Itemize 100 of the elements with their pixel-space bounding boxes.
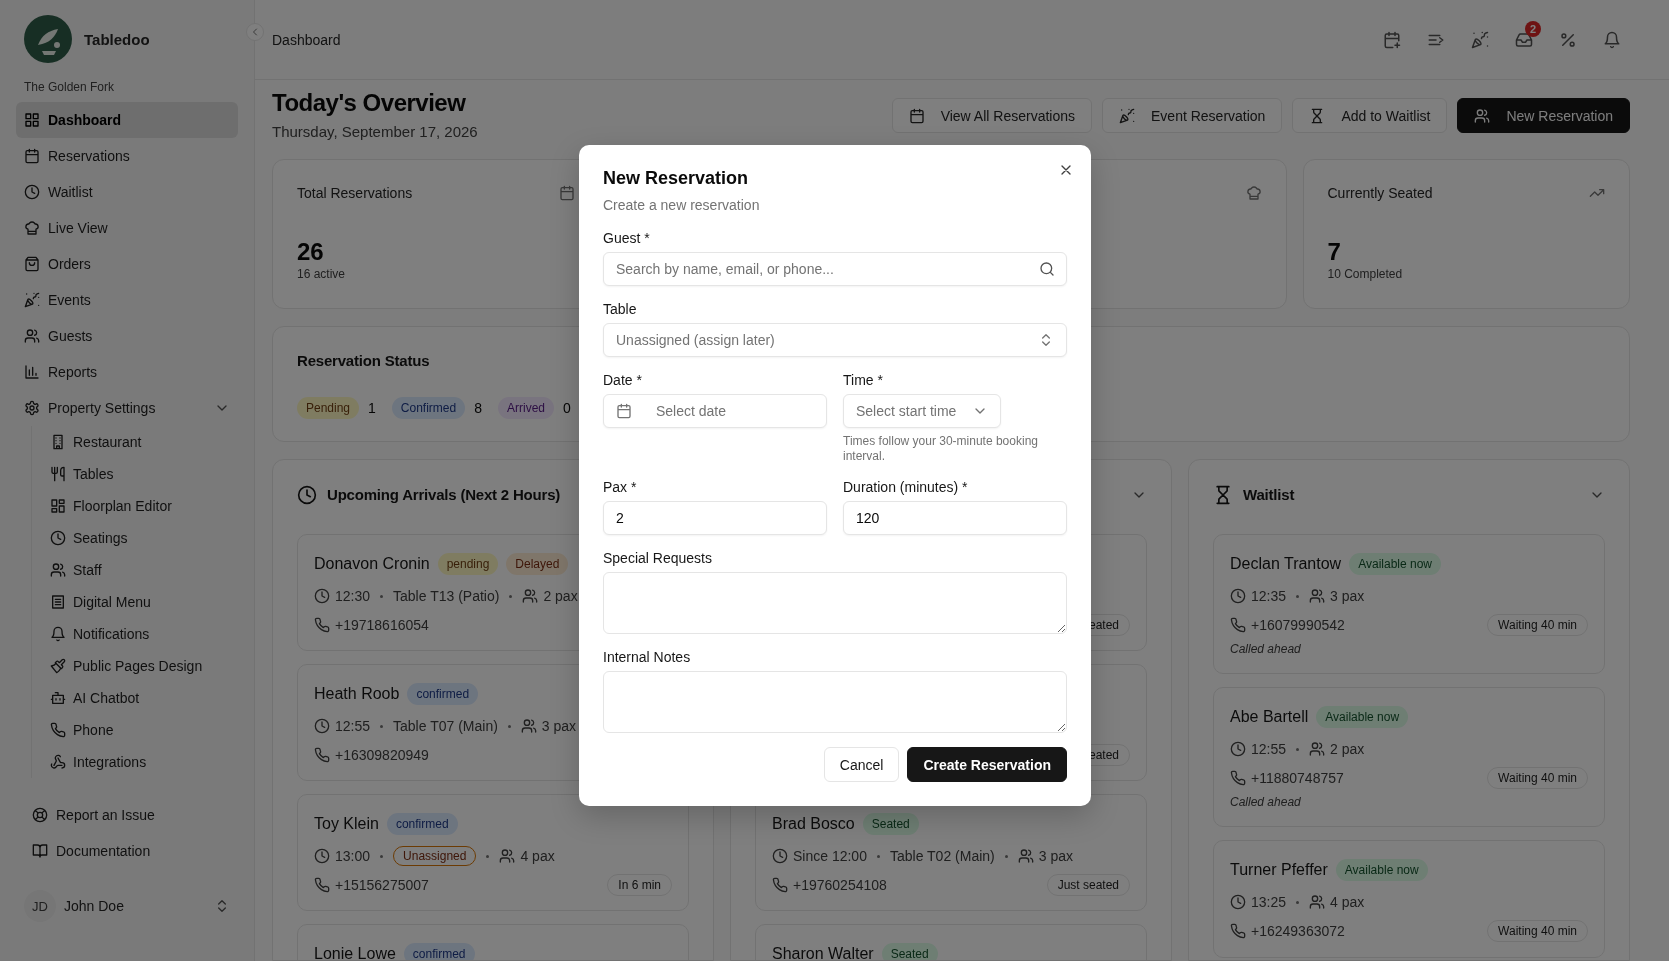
sidebar-subitem[interactable]: Seatings xyxy=(42,522,238,554)
calendar-plus-icon xyxy=(1383,30,1401,49)
sidebar-item[interactable]: Events xyxy=(16,282,238,318)
sidebar-subitem[interactable]: Phone xyxy=(42,714,238,746)
panel-title: Upcoming Arrivals (Next 2 Hours) xyxy=(327,485,561,505)
sidebar-subitem[interactable]: Integrations xyxy=(42,746,238,778)
action-button[interactable]: Event Reservation xyxy=(1102,98,1283,133)
sidebar-subitem[interactable]: Tables xyxy=(42,458,238,490)
dialog-title: New Reservation xyxy=(603,167,750,190)
phone-icon xyxy=(772,877,788,893)
notification-count: 2 xyxy=(1525,20,1541,37)
reservation-card[interactable]: Lonie Lowe confirmed xyxy=(297,924,689,960)
guest-note: Called ahead xyxy=(1230,641,1302,657)
sidebar-item[interactable]: Live View xyxy=(16,210,238,246)
stat-value: 7 xyxy=(1327,237,1342,267)
status-count: 8 xyxy=(474,400,482,416)
phone-number: +15156275007 xyxy=(335,877,429,893)
grid-icon xyxy=(24,112,40,128)
party-size: 3 pax xyxy=(541,718,577,734)
phone-icon xyxy=(1230,923,1246,939)
settings-icon xyxy=(24,400,40,416)
guest-search-field[interactable]: Search by name, email, or phone... xyxy=(603,252,1067,286)
robot-icon xyxy=(50,690,66,706)
status-badge: confirmed xyxy=(386,813,458,835)
action-button[interactable]: New Reservation xyxy=(1457,98,1630,133)
sidebar-link[interactable]: Documentation xyxy=(24,833,254,869)
time-text: 12:55 xyxy=(1251,741,1287,757)
sidebar-subitem[interactable]: Restaurant xyxy=(42,426,238,458)
phone-number: +16079990542 xyxy=(1251,617,1345,633)
list-icon xyxy=(50,594,66,610)
percent-icon xyxy=(1559,30,1577,49)
table-name: Table T02 (Main) xyxy=(889,848,995,864)
chef-hat-icon xyxy=(24,220,40,236)
phone-number: +16309820949 xyxy=(335,747,429,763)
people-icon xyxy=(1309,894,1326,910)
guest-name: Sharon Walter xyxy=(772,945,874,960)
people-icon xyxy=(1017,848,1034,864)
reservation-card[interactable]: Declan Trantow Available now 12:35 3 pax +16079990542 Waiting 40 min Called ahead xyxy=(1213,534,1605,674)
pax-field[interactable]: 2 xyxy=(603,501,827,535)
page-title: Today's Overview xyxy=(272,88,467,118)
date-picker[interactable]: Select date xyxy=(603,394,827,428)
sidebar-subitem[interactable]: Floorplan Editor xyxy=(42,490,238,522)
dialog-button[interactable]: Create Reservation xyxy=(907,747,1067,782)
guest-name: Lonie Lowe xyxy=(314,945,396,960)
table-select[interactable]: Unassigned (assign later) xyxy=(603,323,1067,357)
calendar-icon xyxy=(24,148,40,164)
phone-number: +16249363072 xyxy=(1251,923,1345,939)
sidebar-item[interactable]: Orders xyxy=(16,246,238,282)
clock-icon xyxy=(314,718,330,734)
phone-icon xyxy=(1230,617,1246,633)
separator-dot xyxy=(507,724,511,728)
people-icon xyxy=(499,848,516,864)
panel-title: Waitlist xyxy=(1243,485,1295,505)
reservation-card[interactable]: Abe Bartell Available now 12:55 2 pax +11880748757 Waiting 40 min Called ahead xyxy=(1213,687,1605,827)
internal-notes-field[interactable] xyxy=(603,671,1067,733)
toolbar-button[interactable]: 2 xyxy=(1508,23,1540,56)
sidebar-subitem[interactable]: Public Pages Design xyxy=(42,650,238,682)
bell-icon xyxy=(1603,30,1621,49)
time-select[interactable]: Select start time xyxy=(843,394,1002,428)
status-badge: Confirmed xyxy=(391,397,466,419)
sidebar-subitem[interactable]: Digital Menu xyxy=(42,586,238,618)
sidebar-item[interactable]: Reservations xyxy=(16,138,238,174)
sidebar-subitem[interactable]: Notifications xyxy=(42,618,238,650)
action-button[interactable]: View All Reservations xyxy=(891,98,1092,133)
party-size: 4 pax xyxy=(1330,894,1365,910)
sidebar-item[interactable]: Property Settings xyxy=(16,390,238,426)
status-badge: Arrived xyxy=(498,397,554,419)
party-popper-icon xyxy=(24,292,40,308)
status-badge: pending xyxy=(437,553,499,575)
stat-note: 16 active xyxy=(297,267,347,281)
status-badge: Available now xyxy=(1316,706,1409,728)
user-menu[interactable]: JD John Doe xyxy=(16,886,238,926)
clock-icon xyxy=(772,848,788,864)
reservation-card[interactable]: Turner Pfeffer Available now 13:25 4 pax +16249363072 Waiting 40 min xyxy=(1213,840,1605,958)
time-text: 13:00 xyxy=(335,848,371,864)
separator-dot xyxy=(1296,900,1300,904)
separator-dot xyxy=(486,854,490,858)
reservation-card[interactable]: Sharon Walter Seated xyxy=(755,924,1147,960)
clock-icon xyxy=(24,184,40,200)
action-button[interactable]: Add to Waitlist xyxy=(1292,98,1448,133)
sidebar-item[interactable]: Dashboard xyxy=(16,102,238,138)
phone-icon xyxy=(314,747,330,763)
sidebar-item[interactable]: Guests xyxy=(16,318,238,354)
duration-field[interactable]: 120 xyxy=(843,501,1067,535)
dialog-subtitle: Create a new reservation xyxy=(603,196,761,215)
sidebar-item[interactable]: Reports xyxy=(16,354,238,390)
sidebar-item[interactable]: Waitlist xyxy=(16,174,238,210)
clock-icon xyxy=(297,485,317,505)
calendar-icon xyxy=(908,107,925,124)
sidebar-subitem[interactable]: AI Chatbot xyxy=(42,682,238,714)
clock-icon xyxy=(1230,741,1246,757)
special-requests-field[interactable] xyxy=(603,572,1067,634)
status-badge: confirmed xyxy=(407,683,479,705)
bell-icon xyxy=(50,626,66,642)
venue-name: The Golden Fork xyxy=(24,79,116,95)
logo-icon xyxy=(24,15,72,63)
sidebar-subitem[interactable]: Staff xyxy=(42,554,238,586)
field-label: Internal Notes xyxy=(603,648,692,666)
dialog-button[interactable]: Cancel xyxy=(823,747,900,782)
sidebar-link[interactable]: Report an Issue xyxy=(24,797,254,833)
